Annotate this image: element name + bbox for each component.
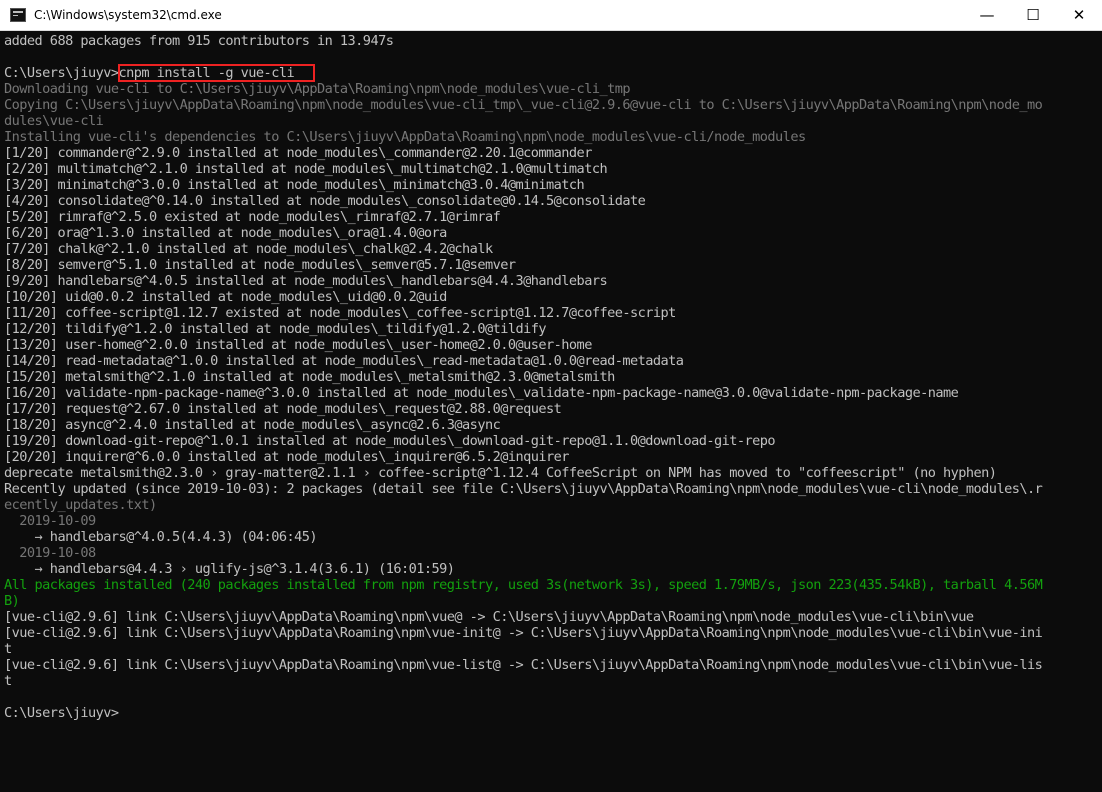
cmd-window: C:\Windows\system32\cmd.exe — ☐ ✕ added … bbox=[0, 0, 1102, 792]
console-line: [5/20] rimraf@^2.5.0 existed at node_mod… bbox=[4, 209, 501, 225]
title-bar[interactable]: C:\Windows\system32\cmd.exe — ☐ ✕ bbox=[0, 0, 1102, 31]
console-line: deprecate metalsmith@2.3.0 › gray-matter… bbox=[4, 465, 997, 481]
console-line: [14/20] read-metadata@^1.0.0 installed a… bbox=[4, 353, 684, 369]
console-line: [16/20] validate-npm-package-name@^3.0.0… bbox=[4, 385, 959, 401]
console-line: Installing vue-cli's dependencies to C:\… bbox=[4, 129, 806, 145]
console-line: [8/20] semver@^5.1.0 installed at node_m… bbox=[4, 257, 516, 273]
maximize-button[interactable]: ☐ bbox=[1010, 0, 1056, 31]
scrollbar[interactable] bbox=[1094, 31, 1102, 792]
console-line: → handlebars@4.4.3 › uglify-js@^3.1.4(3.… bbox=[4, 561, 455, 577]
console-line: added 688 packages from 915 contributors… bbox=[4, 33, 394, 49]
console-line: Downloading vue-cli to C:\Users\jiuyv\Ap… bbox=[4, 81, 631, 97]
console-line: ecently_updates.txt) bbox=[4, 497, 157, 513]
console-line: [1/20] commander@^2.9.0 installed at nod… bbox=[4, 145, 592, 161]
window-title: C:\Windows\system32\cmd.exe bbox=[34, 8, 222, 22]
console-line: Recently updated (since 2019-10-03): 2 p… bbox=[4, 481, 1043, 497]
cmd-icon bbox=[10, 8, 26, 22]
close-button[interactable]: ✕ bbox=[1056, 0, 1102, 31]
console-line: [vue-cli@2.9.6] link C:\Users\jiuyv\AppD… bbox=[4, 625, 1043, 641]
console-line: 2019-10-09 bbox=[4, 513, 96, 529]
console-line: [20/20] inquirer@^6.0.0 installed at nod… bbox=[4, 449, 569, 465]
console-line: C:\Users\jiuyv>cnpm install -g vue-cli bbox=[4, 65, 295, 81]
console-line: [18/20] async@^2.4.0 installed at node_m… bbox=[4, 417, 501, 433]
console-line: C:\Users\jiuyv> bbox=[4, 705, 119, 721]
console-line: All packages installed (240 packages ins… bbox=[4, 577, 1043, 593]
console-line: [17/20] request@^2.67.0 installed at nod… bbox=[4, 401, 562, 417]
console-line: [2/20] multimatch@^2.1.0 installed at no… bbox=[4, 161, 608, 177]
console-line: [19/20] download-git-repo@^1.0.1 install… bbox=[4, 433, 776, 449]
console-line: [3/20] minimatch@^3.0.0 installed at nod… bbox=[4, 177, 585, 193]
console-line: [9/20] handlebars@^4.0.5 installed at no… bbox=[4, 273, 608, 289]
console-line: [10/20] uid@0.0.2 installed at node_modu… bbox=[4, 289, 447, 305]
console-line: [vue-cli@2.9.6] link C:\Users\jiuyv\AppD… bbox=[4, 609, 974, 625]
console-line: [12/20] tildify@^1.2.0 installed at node… bbox=[4, 321, 547, 337]
console-line: dules\vue-cli bbox=[4, 113, 104, 129]
console-line: [4/20] consolidate@^0.14.0 installed at … bbox=[4, 193, 646, 209]
console-line: [6/20] ora@^1.3.0 installed at node_modu… bbox=[4, 225, 447, 241]
console-line: 2019-10-08 bbox=[4, 545, 96, 561]
console-line: [15/20] metalsmith@^2.1.0 installed at n… bbox=[4, 369, 615, 385]
console-line: [vue-cli@2.9.6] link C:\Users\jiuyv\AppD… bbox=[4, 657, 1043, 673]
console-line: [11/20] coffee-script@1.12.7 existed at … bbox=[4, 305, 676, 321]
minimize-button[interactable]: — bbox=[964, 0, 1010, 31]
console-line: t bbox=[4, 673, 12, 689]
console-line: → handlebars@^4.0.5(4.4.3) (04:06:45) bbox=[4, 529, 318, 545]
console-line: t bbox=[4, 641, 12, 657]
console-line: [7/20] chalk@^2.1.0 installed at node_mo… bbox=[4, 241, 493, 257]
console-line: [13/20] user-home@^2.0.0 installed at no… bbox=[4, 337, 592, 353]
console-line: B) bbox=[4, 593, 20, 609]
console-output[interactable]: added 688 packages from 915 contributors… bbox=[0, 31, 1102, 792]
console-line: Copying C:\Users\jiuyv\AppData\Roaming\n… bbox=[4, 97, 1043, 113]
